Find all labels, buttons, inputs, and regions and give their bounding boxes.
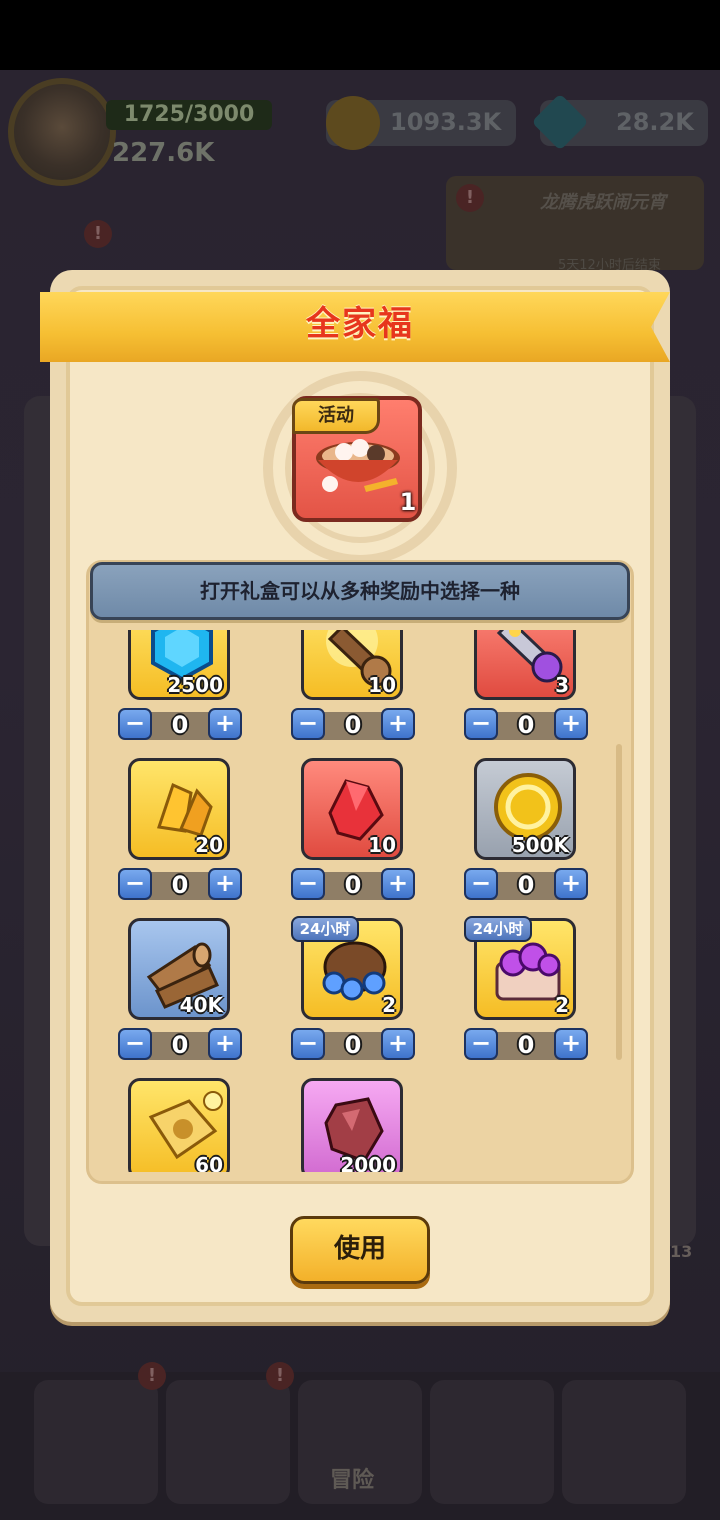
selected-count: 0 — [517, 871, 535, 899]
selected-count: 0 — [344, 711, 362, 739]
selected-count: 0 — [171, 1031, 189, 1059]
quantity-stepper[interactable]: −0 + — [464, 1026, 588, 1062]
reward-card[interactable]: 3 — [474, 630, 576, 700]
increase-button[interactable]: + — [381, 708, 415, 740]
reward-quantity: 2 — [382, 993, 396, 1017]
reward-item[interactable]: 500K −0 + — [464, 758, 592, 900]
quantity-stepper[interactable]: −0 + — [118, 1026, 242, 1062]
xp-bar: 1725/3000 — [106, 100, 272, 130]
selected-count: 0 — [171, 711, 189, 739]
increase-button[interactable]: + — [381, 868, 415, 900]
reward-card[interactable]: 10 — [301, 630, 403, 700]
reward-quantity: 2500 — [167, 673, 223, 697]
decrease-button[interactable]: − — [118, 708, 152, 740]
event-tag: 活动 — [292, 398, 380, 434]
quantity-stepper[interactable]: −0 + — [291, 1026, 415, 1062]
reward-quantity: 2 — [555, 993, 569, 1017]
reward-item[interactable]: 20 −0 + — [118, 758, 246, 900]
alert-icon: ! — [456, 184, 484, 212]
tab-equipment — [34, 1380, 158, 1504]
reward-quantity: 60 — [195, 1153, 223, 1172]
gem-value: 28.2K — [616, 108, 694, 136]
quantity-stepper[interactable]: −0 + — [291, 706, 415, 742]
selected-count: 0 — [344, 871, 362, 899]
reward-card[interactable]: 10 — [301, 758, 403, 860]
featured-item-count: 1 — [399, 488, 417, 516]
decrease-button[interactable]: − — [291, 1028, 325, 1060]
reward-card[interactable]: 60 — [128, 1078, 230, 1172]
increase-button[interactable]: + — [208, 1028, 242, 1060]
increase-button[interactable]: + — [554, 708, 588, 740]
reward-grid[interactable]: 2500−0 +10−0 +3−0 +20−0 +10−0 +500K −0 +40K −0 +2… — [90, 630, 630, 1172]
reward-card[interactable]: 2500 — [128, 630, 230, 700]
quantity-stepper[interactable]: −0 + — [464, 706, 588, 742]
reward-item[interactable]: 10 −0 + — [291, 630, 419, 740]
reward-quantity: 10 — [368, 833, 396, 857]
lantern-dumpling-bowl-icon — [316, 439, 400, 492]
reward-item[interactable]: 2500−0 + — [118, 630, 246, 740]
decrease-button[interactable]: − — [291, 868, 325, 900]
selected-count: 0 — [171, 871, 189, 899]
increase-button[interactable]: + — [554, 868, 588, 900]
selected-count: 0 — [344, 1031, 362, 1059]
scrollbar[interactable] — [616, 744, 622, 1060]
hint-text: 打开礼盒可以从多种奖励中选择一种 — [90, 562, 630, 620]
decrease-button[interactable]: − — [464, 708, 498, 740]
reward-card[interactable]: 40K — [128, 918, 230, 1020]
reward-item[interactable]: 10 −0 + — [291, 758, 419, 900]
tab-adventure-label: 冒险 — [330, 1468, 375, 1493]
increase-button[interactable]: + — [208, 708, 242, 740]
reward-quantity: 40K — [179, 993, 223, 1017]
quantity-stepper[interactable]: −0 + — [291, 866, 415, 902]
coin-value: 1093.3K — [390, 108, 502, 136]
increase-button[interactable]: + — [381, 1028, 415, 1060]
timer-tag: 24小时 — [464, 916, 532, 942]
reward-item[interactable]: 60 — [118, 1078, 246, 1172]
quantity-stepper[interactable]: −0 + — [118, 866, 242, 902]
use-button[interactable]: 使用 — [290, 1216, 430, 1284]
selected-count: 0 — [517, 1031, 535, 1059]
reward-quantity: 3 — [555, 673, 569, 697]
decrease-button[interactable]: − — [118, 1028, 152, 1060]
decrease-button[interactable]: − — [464, 1028, 498, 1060]
reward-item[interactable]: 2 24小时 −0 + — [291, 916, 419, 1060]
decrease-button[interactable]: − — [464, 868, 498, 900]
increase-button[interactable]: + — [208, 868, 242, 900]
badge-count: 13 — [670, 1242, 693, 1261]
dialog-title: 全家福 — [306, 304, 414, 344]
increase-button[interactable]: + — [554, 1028, 588, 1060]
reward-card[interactable]: 2000 — [301, 1078, 403, 1172]
tab-trophy — [562, 1380, 686, 1504]
decrease-button[interactable]: − — [291, 708, 325, 740]
decrease-button[interactable]: − — [118, 868, 152, 900]
alert-icon: ! — [266, 1362, 294, 1390]
reward-quantity: 2000 — [340, 1153, 396, 1172]
tab-target — [430, 1380, 554, 1504]
alert-icon: ! — [84, 220, 112, 248]
reward-item[interactable]: 2000 — [291, 1078, 419, 1172]
quantity-stepper[interactable]: −0 + — [118, 706, 242, 742]
selected-count: 0 — [517, 711, 535, 739]
reward-item[interactable]: 2 24小时 −0 + — [464, 916, 592, 1060]
reward-card[interactable]: 500K — [474, 758, 576, 860]
reward-quantity: 10 — [368, 673, 396, 697]
reward-quantity: 20 — [195, 833, 223, 857]
timer-tag: 24小时 — [291, 916, 359, 942]
tab-heroes — [166, 1380, 290, 1504]
power-value: 227.6K — [112, 138, 215, 168]
alert-icon: ! — [138, 1362, 166, 1390]
reward-item[interactable]: 3 −0 + — [464, 630, 592, 740]
quantity-stepper[interactable]: −0 + — [464, 866, 588, 902]
coin-icon — [326, 96, 380, 150]
reward-quantity: 500K — [511, 833, 569, 857]
player-avatar — [8, 78, 116, 186]
event-title: 龙腾虎跃闹元宵 — [540, 192, 666, 213]
reward-item[interactable]: 40K −0 + — [118, 918, 246, 1060]
reward-card[interactable]: 20 — [128, 758, 230, 860]
